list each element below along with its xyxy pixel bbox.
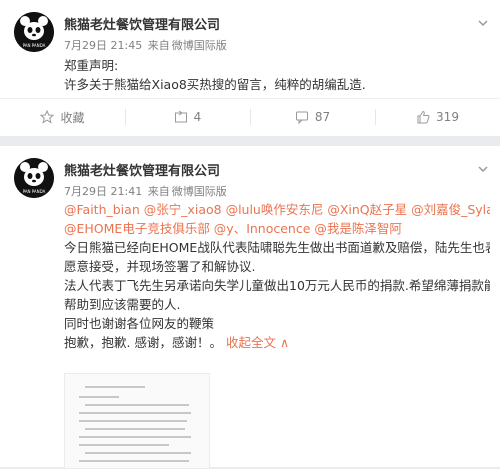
panda-logo-icon: PAN PANDA	[14, 158, 54, 198]
favorite-button[interactable]: 收藏	[0, 99, 125, 135]
post-date[interactable]: 7月29日 21:45	[64, 39, 142, 52]
post-meta: 7月29日 21:41 来自 微博国际版	[64, 183, 227, 199]
post-source[interactable]: 微博国际版	[172, 185, 227, 198]
post-meta: 7月29日 21:45 来自 微博国际版	[64, 37, 227, 53]
post-line: 同时也谢谢各位网友的鞭策	[64, 316, 215, 331]
like-count: 319	[436, 110, 459, 124]
repost-icon	[174, 110, 187, 123]
attached-document-image[interactable]	[64, 373, 210, 469]
like-button[interactable]: 319	[375, 99, 500, 135]
post-line: 许多关于熊猫给Xiao8买热搜的留言，纯粹的胡编乱造.	[64, 77, 366, 92]
post-line: 郑重声明:	[64, 58, 119, 73]
author-avatar[interactable]: PAN PANDA	[14, 12, 54, 52]
star-icon	[40, 110, 55, 124]
author-name[interactable]: 熊猫老灶餐饮管理有限公司	[64, 14, 220, 33]
post-body: 郑重声明: 许多关于熊猫给Xiao8买热搜的留言，纯粹的胡编乱造.	[64, 56, 490, 94]
post-line: 帮助到应该需要的人.	[64, 297, 181, 312]
chevron-up-icon: ∧	[279, 335, 290, 350]
source-prefix: 来自	[147, 185, 170, 198]
post-source[interactable]: 微博国际版	[172, 39, 227, 52]
post-line: 愿意接受，并现场签署了和解协议.	[64, 259, 256, 274]
post-body: @Faith_bian @张宁_xiao8 @lulu唤作安东尼 @XinQ赵子…	[64, 200, 490, 352]
favorite-label: 收藏	[60, 110, 85, 125]
collapse-full-text-link[interactable]: 收起全文 ∧	[226, 335, 289, 350]
comment-button[interactable]: 87	[250, 99, 375, 135]
repost-count: 4	[193, 110, 202, 124]
comment-count: 87	[314, 110, 331, 124]
mention-links[interactable]: @Faith_bian @张宁_xiao8 @lulu唤作安东尼 @XinQ赵子…	[64, 200, 490, 219]
author-name[interactable]: 熊猫老灶餐饮管理有限公司	[64, 160, 220, 179]
action-bar: 收藏 4 87 319	[0, 98, 500, 135]
post-line-last: 抱歉，抱歉. 感谢，感谢！。 收起全文 ∧	[64, 333, 490, 352]
avatar-caption: PAN PANDA	[23, 43, 46, 48]
avatar-caption: PAN PANDA	[23, 189, 46, 194]
panda-logo-icon: PAN PANDA	[14, 12, 54, 52]
post-date[interactable]: 7月29日 21:41	[64, 185, 142, 198]
post-line-text: 抱歉，抱歉. 感谢，感谢！。	[64, 335, 222, 350]
post-line: 今日熊猫已经向EHOME战队代表陆啸聪先生做出书面道歉及赔偿，陆先生也表示	[64, 240, 490, 255]
author-avatar[interactable]: PAN PANDA	[14, 158, 54, 198]
mention-links[interactable]: @EHOME电子竞技俱乐部 @y、Innocence @我是陈泽智阿	[64, 219, 490, 238]
post-line: 法人代表丁飞先生另承诺向失学儿童做出10万元人民币的捐款.希望绵薄捐款能够	[64, 278, 490, 293]
weibo-post-1: PAN PANDA 熊猫老灶餐饮管理有限公司 7月29日 21:45 来自 微博国…	[0, 0, 500, 136]
thumbs-up-icon	[417, 110, 430, 124]
chevron-down-icon[interactable]	[476, 162, 490, 176]
collapse-label: 收起全文	[225, 335, 276, 350]
weibo-post-2: PAN PANDA 熊猫老灶餐饮管理有限公司 7月29日 21:41 来自 微博国…	[0, 146, 500, 469]
source-prefix: 来自	[147, 39, 170, 52]
repost-button[interactable]: 4	[125, 99, 250, 135]
comment-icon	[295, 111, 308, 124]
chevron-down-icon[interactable]	[476, 16, 490, 30]
